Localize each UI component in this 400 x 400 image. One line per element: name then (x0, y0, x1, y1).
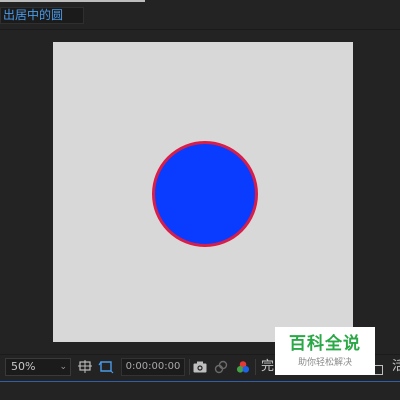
watermark-subtitle: 助你轻松解决 (297, 358, 352, 368)
watermark-logo: 百科全说 助你轻松解决 (275, 327, 375, 375)
composition-canvas[interactable] (53, 42, 353, 342)
watermark-title: 百科全说 (289, 334, 361, 354)
magnification-dropdown[interactable]: 50% ⌄ (5, 358, 71, 376)
resolution-dropdown[interactable]: 完 (261, 359, 274, 375)
active-panel-highlight (0, 0, 145, 2)
toolbar-divider (255, 359, 256, 375)
current-time-display[interactable]: 0:00:00:00 (121, 358, 185, 376)
region-of-interest-icon[interactable] (77, 359, 93, 375)
color-channels-icon[interactable] (235, 359, 251, 375)
chevron-down-icon: ⌄ (59, 362, 67, 372)
blue-circle-layer[interactable] (152, 141, 258, 247)
transparency-grid-icon[interactable] (98, 359, 114, 375)
composition-viewer[interactable] (0, 30, 400, 354)
cutoff-toolbar-label[interactable]: 活 (392, 359, 400, 375)
magnification-value: 50% (11, 360, 36, 373)
toolbar-divider (189, 359, 190, 375)
snapshot-camera-icon[interactable] (192, 359, 208, 375)
show-snapshot-icon[interactable] (213, 359, 229, 375)
composition-tab[interactable]: 出居中的圆 (0, 7, 84, 24)
composition-tab-bar: 出居中的圆 (0, 0, 400, 30)
after-effects-composition-panel: 出居中的圆 50% ⌄ 0:00:00:00 完 活 百科全说 助你轻松解决 (0, 0, 400, 400)
panel-bottom-accent-line (0, 381, 400, 382)
